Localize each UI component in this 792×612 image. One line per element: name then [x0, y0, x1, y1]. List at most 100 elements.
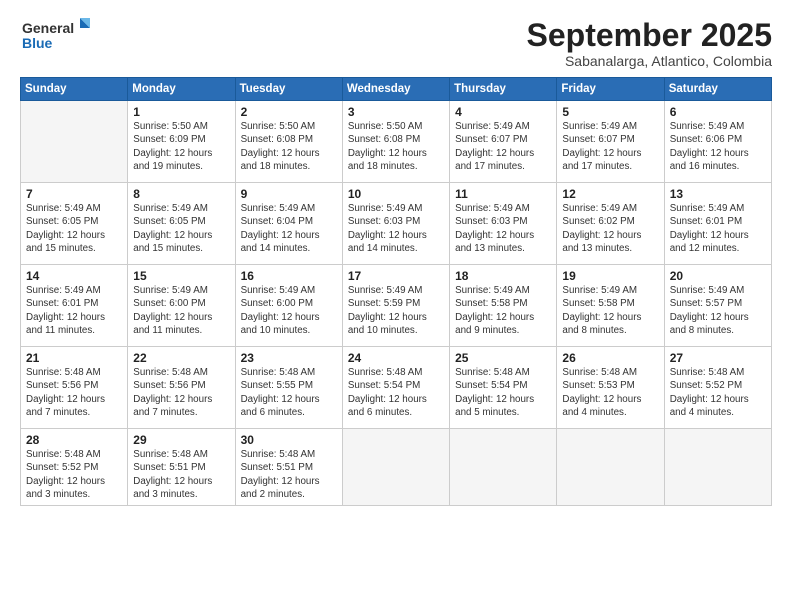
title-block: September 2025 Sabanalarga, Atlantico, C…	[527, 18, 772, 69]
day-cell: 12Sunrise: 5:49 AM Sunset: 6:02 PM Dayli…	[557, 183, 664, 265]
day-cell: 18Sunrise: 5:49 AM Sunset: 5:58 PM Dayli…	[450, 265, 557, 347]
day-cell: 4Sunrise: 5:49 AM Sunset: 6:07 PM Daylig…	[450, 101, 557, 183]
day-cell: 7Sunrise: 5:49 AM Sunset: 6:05 PM Daylig…	[21, 183, 128, 265]
day-cell: 14Sunrise: 5:49 AM Sunset: 6:01 PM Dayli…	[21, 265, 128, 347]
day-info: Sunrise: 5:49 AM Sunset: 6:05 PM Dayligh…	[26, 202, 122, 255]
day-number: 25	[455, 351, 551, 365]
day-info: Sunrise: 5:50 AM Sunset: 6:09 PM Dayligh…	[133, 120, 229, 173]
day-number: 20	[670, 269, 766, 283]
day-cell: 17Sunrise: 5:49 AM Sunset: 5:59 PM Dayli…	[342, 265, 449, 347]
day-info: Sunrise: 5:49 AM Sunset: 6:07 PM Dayligh…	[562, 120, 658, 173]
col-wednesday: Wednesday	[342, 78, 449, 101]
day-cell: 8Sunrise: 5:49 AM Sunset: 6:05 PM Daylig…	[128, 183, 235, 265]
day-number: 30	[241, 433, 337, 447]
day-cell: 30Sunrise: 5:48 AM Sunset: 5:51 PM Dayli…	[235, 429, 342, 506]
day-info: Sunrise: 5:49 AM Sunset: 6:03 PM Dayligh…	[348, 202, 444, 255]
svg-text:General: General	[22, 20, 74, 36]
day-cell	[21, 101, 128, 183]
header-row: Sunday Monday Tuesday Wednesday Thursday…	[21, 78, 772, 101]
day-info: Sunrise: 5:49 AM Sunset: 6:04 PM Dayligh…	[241, 202, 337, 255]
day-cell: 20Sunrise: 5:49 AM Sunset: 5:57 PM Dayli…	[664, 265, 771, 347]
day-info: Sunrise: 5:50 AM Sunset: 6:08 PM Dayligh…	[348, 120, 444, 173]
day-info: Sunrise: 5:49 AM Sunset: 6:00 PM Dayligh…	[241, 284, 337, 337]
day-number: 9	[241, 187, 337, 201]
day-number: 7	[26, 187, 122, 201]
day-number: 22	[133, 351, 229, 365]
day-number: 4	[455, 105, 551, 119]
month-title: September 2025	[527, 18, 772, 53]
day-cell: 16Sunrise: 5:49 AM Sunset: 6:00 PM Dayli…	[235, 265, 342, 347]
day-info: Sunrise: 5:48 AM Sunset: 5:56 PM Dayligh…	[133, 366, 229, 419]
day-cell: 23Sunrise: 5:48 AM Sunset: 5:55 PM Dayli…	[235, 347, 342, 429]
day-number: 13	[670, 187, 766, 201]
day-cell	[664, 429, 771, 506]
day-cell: 5Sunrise: 5:49 AM Sunset: 6:07 PM Daylig…	[557, 101, 664, 183]
day-info: Sunrise: 5:49 AM Sunset: 5:59 PM Dayligh…	[348, 284, 444, 337]
day-info: Sunrise: 5:48 AM Sunset: 5:55 PM Dayligh…	[241, 366, 337, 419]
day-number: 27	[670, 351, 766, 365]
day-cell: 13Sunrise: 5:49 AM Sunset: 6:01 PM Dayli…	[664, 183, 771, 265]
day-cell: 10Sunrise: 5:49 AM Sunset: 6:03 PM Dayli…	[342, 183, 449, 265]
day-info: Sunrise: 5:48 AM Sunset: 5:51 PM Dayligh…	[241, 448, 337, 501]
day-number: 5	[562, 105, 658, 119]
day-number: 14	[26, 269, 122, 283]
day-cell	[342, 429, 449, 506]
day-cell: 11Sunrise: 5:49 AM Sunset: 6:03 PM Dayli…	[450, 183, 557, 265]
subtitle: Sabanalarga, Atlantico, Colombia	[527, 53, 772, 69]
day-number: 26	[562, 351, 658, 365]
page: General Blue September 2025 Sabanalarga,…	[0, 0, 792, 612]
day-cell: 29Sunrise: 5:48 AM Sunset: 5:51 PM Dayli…	[128, 429, 235, 506]
day-info: Sunrise: 5:48 AM Sunset: 5:52 PM Dayligh…	[26, 448, 122, 501]
day-info: Sunrise: 5:49 AM Sunset: 6:00 PM Dayligh…	[133, 284, 229, 337]
day-cell: 9Sunrise: 5:49 AM Sunset: 6:04 PM Daylig…	[235, 183, 342, 265]
day-number: 17	[348, 269, 444, 283]
day-cell: 3Sunrise: 5:50 AM Sunset: 6:08 PM Daylig…	[342, 101, 449, 183]
day-cell: 1Sunrise: 5:50 AM Sunset: 6:09 PM Daylig…	[128, 101, 235, 183]
col-friday: Friday	[557, 78, 664, 101]
day-number: 2	[241, 105, 337, 119]
day-info: Sunrise: 5:48 AM Sunset: 5:52 PM Dayligh…	[670, 366, 766, 419]
day-cell: 22Sunrise: 5:48 AM Sunset: 5:56 PM Dayli…	[128, 347, 235, 429]
day-cell: 27Sunrise: 5:48 AM Sunset: 5:52 PM Dayli…	[664, 347, 771, 429]
day-info: Sunrise: 5:48 AM Sunset: 5:51 PM Dayligh…	[133, 448, 229, 501]
week-row-1: 1Sunrise: 5:50 AM Sunset: 6:09 PM Daylig…	[21, 101, 772, 183]
day-number: 28	[26, 433, 122, 447]
day-number: 8	[133, 187, 229, 201]
day-cell	[450, 429, 557, 506]
day-cell: 21Sunrise: 5:48 AM Sunset: 5:56 PM Dayli…	[21, 347, 128, 429]
day-info: Sunrise: 5:49 AM Sunset: 6:06 PM Dayligh…	[670, 120, 766, 173]
calendar: Sunday Monday Tuesday Wednesday Thursday…	[20, 77, 772, 506]
day-number: 3	[348, 105, 444, 119]
day-info: Sunrise: 5:49 AM Sunset: 6:01 PM Dayligh…	[670, 202, 766, 255]
day-number: 11	[455, 187, 551, 201]
week-row-2: 7Sunrise: 5:49 AM Sunset: 6:05 PM Daylig…	[21, 183, 772, 265]
col-thursday: Thursday	[450, 78, 557, 101]
day-info: Sunrise: 5:48 AM Sunset: 5:56 PM Dayligh…	[26, 366, 122, 419]
day-cell: 26Sunrise: 5:48 AM Sunset: 5:53 PM Dayli…	[557, 347, 664, 429]
day-number: 15	[133, 269, 229, 283]
col-monday: Monday	[128, 78, 235, 101]
day-cell: 19Sunrise: 5:49 AM Sunset: 5:58 PM Dayli…	[557, 265, 664, 347]
week-row-3: 14Sunrise: 5:49 AM Sunset: 6:01 PM Dayli…	[21, 265, 772, 347]
day-cell	[557, 429, 664, 506]
col-saturday: Saturday	[664, 78, 771, 101]
day-cell: 2Sunrise: 5:50 AM Sunset: 6:08 PM Daylig…	[235, 101, 342, 183]
day-number: 10	[348, 187, 444, 201]
week-row-4: 21Sunrise: 5:48 AM Sunset: 5:56 PM Dayli…	[21, 347, 772, 429]
day-number: 19	[562, 269, 658, 283]
week-row-5: 28Sunrise: 5:48 AM Sunset: 5:52 PM Dayli…	[21, 429, 772, 506]
day-info: Sunrise: 5:48 AM Sunset: 5:54 PM Dayligh…	[455, 366, 551, 419]
day-info: Sunrise: 5:48 AM Sunset: 5:54 PM Dayligh…	[348, 366, 444, 419]
day-number: 18	[455, 269, 551, 283]
col-tuesday: Tuesday	[235, 78, 342, 101]
day-cell: 15Sunrise: 5:49 AM Sunset: 6:00 PM Dayli…	[128, 265, 235, 347]
day-number: 29	[133, 433, 229, 447]
day-cell: 24Sunrise: 5:48 AM Sunset: 5:54 PM Dayli…	[342, 347, 449, 429]
logo: General Blue	[20, 18, 92, 59]
day-info: Sunrise: 5:49 AM Sunset: 6:02 PM Dayligh…	[562, 202, 658, 255]
day-info: Sunrise: 5:49 AM Sunset: 6:07 PM Dayligh…	[455, 120, 551, 173]
day-number: 1	[133, 105, 229, 119]
day-info: Sunrise: 5:48 AM Sunset: 5:53 PM Dayligh…	[562, 366, 658, 419]
day-info: Sunrise: 5:49 AM Sunset: 5:58 PM Dayligh…	[455, 284, 551, 337]
day-number: 24	[348, 351, 444, 365]
